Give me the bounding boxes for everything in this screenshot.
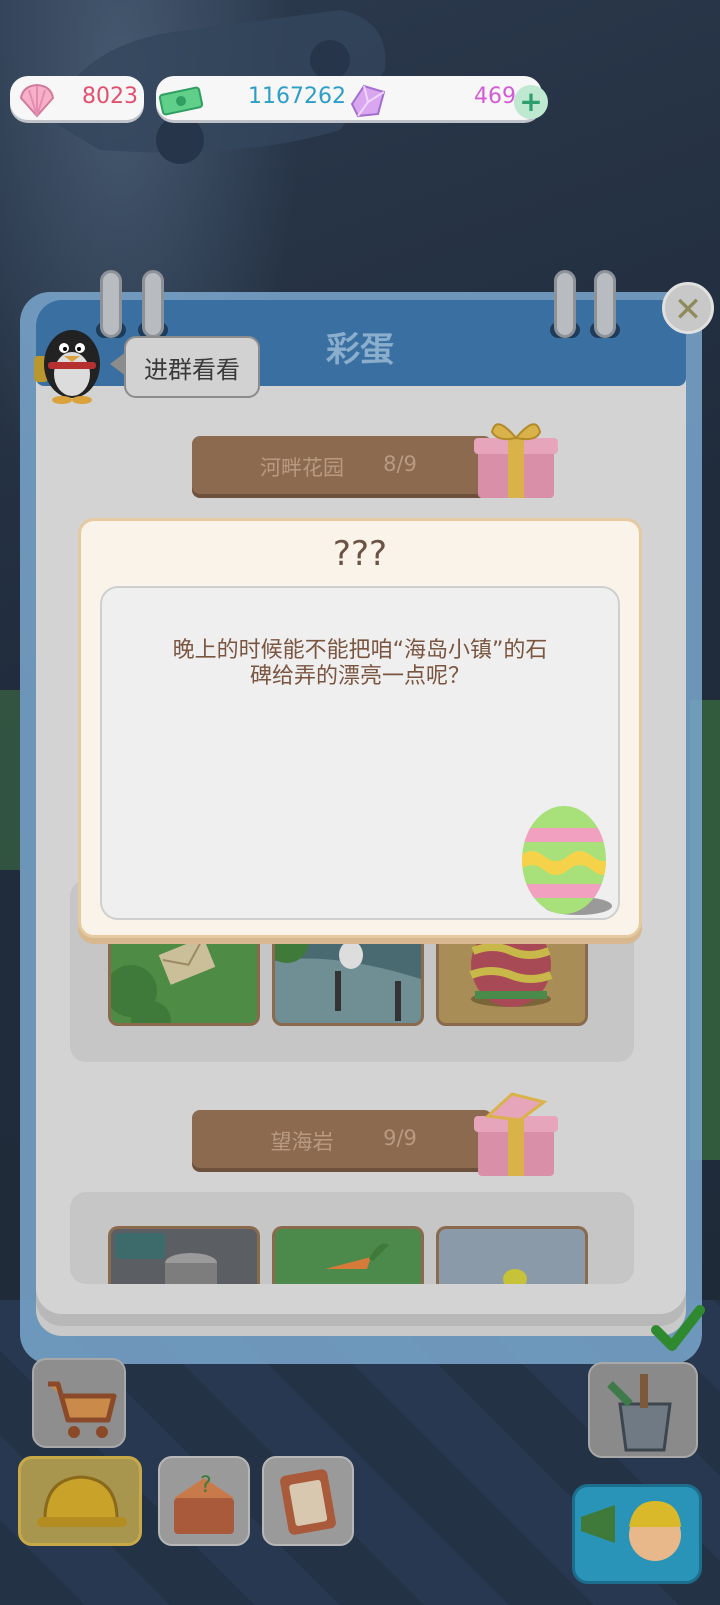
cash-count: 1167262 <box>248 84 346 109</box>
join-group-label: 进群看看 <box>144 356 240 384</box>
build-helmet-button[interactable] <box>18 1456 142 1546</box>
binder-ring <box>594 270 616 338</box>
shell-icon <box>19 83 55 118</box>
section-progress: 8/9 <box>383 452 417 476</box>
close-button[interactable]: ✕ <box>662 282 714 334</box>
trash-bin-icon <box>115 1233 217 1284</box>
cash-icon <box>158 86 204 116</box>
egg-tile-carrot[interactable] <box>272 1226 424 1284</box>
carrot-icon <box>325 1243 389 1269</box>
binder-ring <box>142 270 164 338</box>
announcer-helper-button[interactable] <box>572 1484 702 1584</box>
add-gems-button[interactable]: + <box>514 85 548 119</box>
clipboard-button[interactable] <box>262 1456 354 1546</box>
gift-box-icon[interactable] <box>468 1090 564 1180</box>
easter-egg-icon <box>522 806 612 915</box>
paint-bucket-icon <box>607 1374 672 1452</box>
section-progress: 9/9 <box>383 1126 417 1150</box>
egg-tile-bin[interactable] <box>108 1226 260 1284</box>
dialog-title: ??? <box>332 534 388 574</box>
panel-title: 彩蛋 <box>326 330 394 370</box>
penguin-mascot-icon[interactable] <box>30 320 110 404</box>
gem-count: 469 <box>474 84 516 109</box>
egg-tile-bird[interactable] <box>436 1226 588 1284</box>
lawn-strip-left <box>0 690 20 870</box>
dialog-message: 晚上的时候能不能把咱“海岛小镇”的石 碑给弄的漂亮一点呢？ <box>130 638 590 690</box>
check-mark-icon <box>651 1305 705 1351</box>
gift-box-icon[interactable] <box>468 412 564 502</box>
svg-text:?: ? <box>200 1473 212 1498</box>
yellow-bird-icon <box>503 1269 527 1284</box>
gem-icon <box>350 84 386 118</box>
toolbox-button[interactable]: ? <box>158 1456 250 1546</box>
hard-hat-icon <box>37 1475 127 1527</box>
megaphone-worker-icon <box>581 1501 681 1561</box>
shell-count: 8023 <box>82 84 138 109</box>
shop-cart-button[interactable] <box>32 1358 126 1448</box>
binder-ring <box>554 270 576 338</box>
shopping-cart-icon <box>48 1381 117 1438</box>
bucket-task-button[interactable] <box>588 1362 698 1458</box>
dialog-message-line: 碑给弄的漂亮一点呢？ <box>249 664 470 689</box>
dialog-message-line: 晚上的时候能不能把咱“海岛小镇”的石 <box>172 638 548 663</box>
toolbox-question-icon: ? <box>174 1473 234 1534</box>
clipboard-icon <box>280 1469 336 1535</box>
